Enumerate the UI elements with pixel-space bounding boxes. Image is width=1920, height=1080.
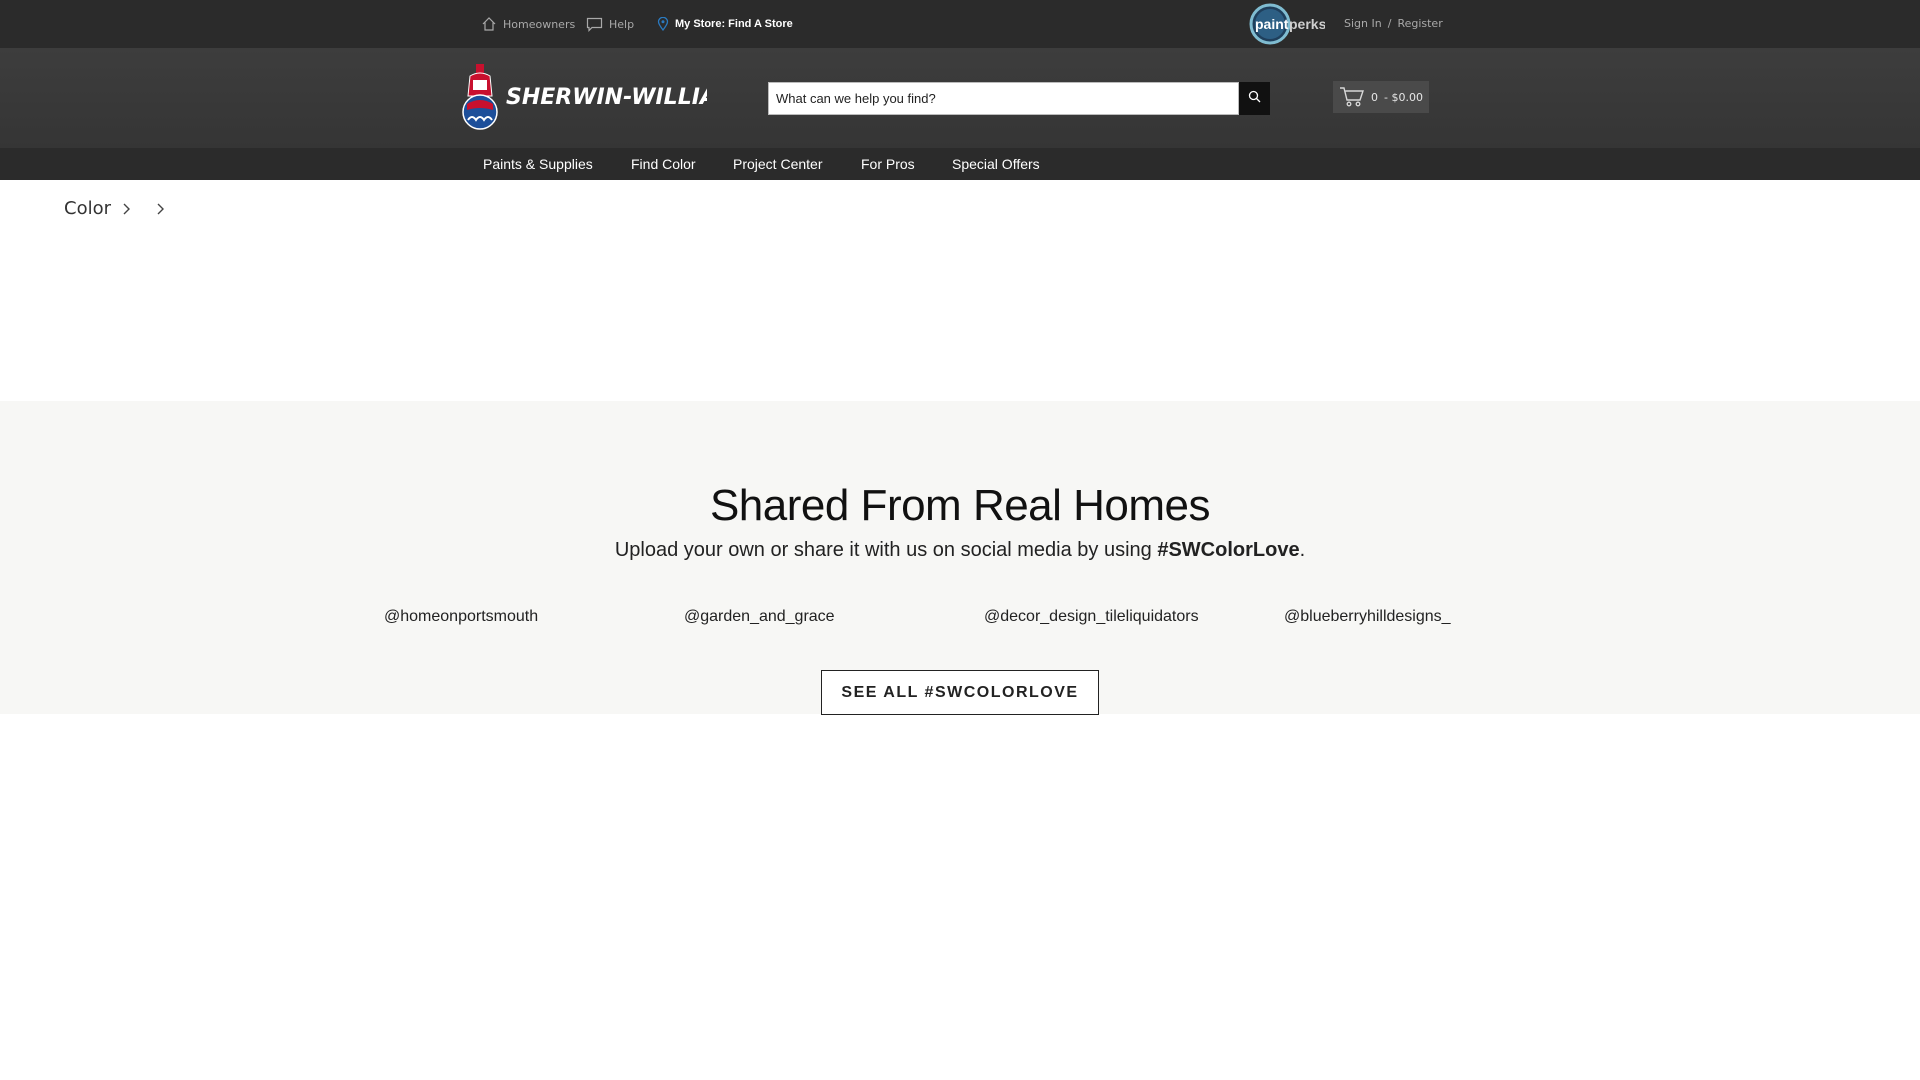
nav-paints-supplies[interactable]: Paints & Supplies [483,156,593,172]
cart-total: - $0.00 [1384,90,1423,104]
search-box [768,82,1270,115]
search-button[interactable] [1239,82,1270,115]
see-all-button[interactable]: SEE ALL #SWCOLORLOVE [821,670,1099,715]
account-separator: / [1387,17,1392,30]
sherwin-williams-logo[interactable]: SHERWIN-WILLIAMS. [462,62,763,134]
store-label: My Store: Find A Store [675,18,793,30]
nav-special-offers[interactable]: Special Offers [952,156,1040,172]
paintperks-logo[interactable]: paint perks [1249,3,1327,45]
nav-find-color[interactable]: Find Color [631,156,696,172]
cart-button[interactable]: 0 - $0.00 [1333,81,1429,113]
account-links: Sign In / Register [1344,17,1443,30]
section-subtitle: Upload your own or share it with us on s… [0,539,1920,562]
subtitle-period: . [1299,539,1306,561]
hashtag-text: #SWColorLove [1157,539,1300,561]
svg-text:paint: paint [1255,16,1289,32]
social-handle[interactable]: @garden_and_grace [684,608,835,626]
chevron-right-icon [121,202,133,216]
location-pin-icon [657,17,669,31]
site-header: SHERWIN-WILLIAMS. 0 - $0.00 [0,48,1920,148]
register-link[interactable]: Register [1397,17,1442,30]
breadcrumb-color[interactable]: Color [64,198,111,219]
search-icon [1248,90,1261,108]
svg-text:perks: perks [1289,16,1325,32]
nav-project-center[interactable]: Project Center [733,156,822,172]
breadcrumb: Color [64,198,179,219]
cart-icon [1339,85,1365,110]
shared-homes-section: Shared From Real Homes Upload your own o… [0,401,1920,715]
search-input[interactable] [768,82,1239,115]
subtitle-text: Upload your own or share it with us on s… [614,539,1158,561]
cart-count: 0 [1371,90,1378,104]
social-handle[interactable]: @homeonportsmouth [384,608,538,626]
utility-bar: Homeowners Help My Store: Find A Store p… [0,0,1920,48]
social-handle[interactable]: @blueberryhilldesigns_ [1284,608,1451,626]
main-nav: Paints & Supplies Find Color Project Cen… [0,148,1920,180]
homeowners-label: Homeowners [503,17,576,31]
chat-bubble-icon [586,17,603,32]
section-title: Shared From Real Homes [709,481,1211,530]
logo-wordmark: SHERWIN-WILLIAMS. [506,85,707,110]
sign-in-link[interactable]: Sign In [1344,17,1382,30]
nav-for-pros[interactable]: For Pros [861,156,915,172]
social-handle[interactable]: @decor_design_tileliquidators [984,608,1199,626]
help-link[interactable]: Help [586,15,634,33]
find-store-link[interactable]: My Store: Find A Store [657,15,793,33]
home-icon [481,16,497,32]
homeowners-link[interactable]: Homeowners [481,15,575,33]
chevron-right-icon [155,202,167,216]
help-label: Help [609,17,635,31]
